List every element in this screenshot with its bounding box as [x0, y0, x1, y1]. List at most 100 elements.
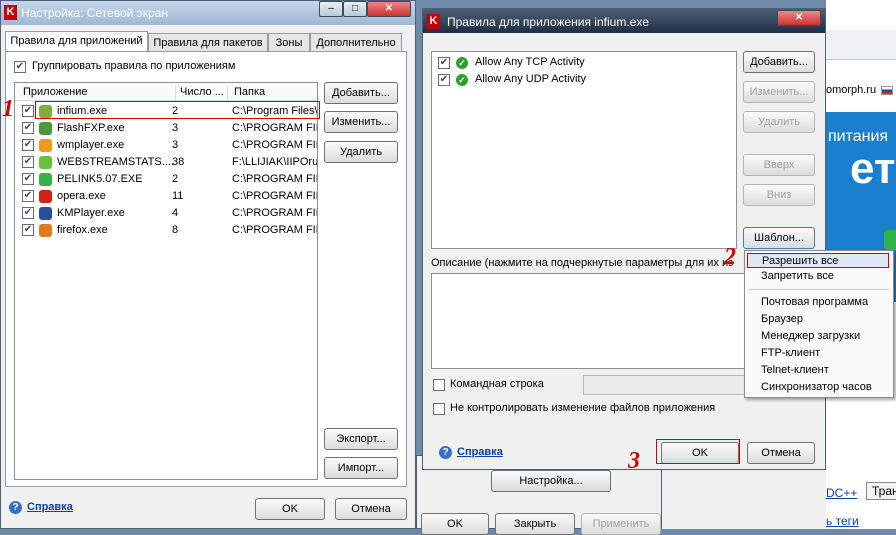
add-rule-button[interactable]: Добавить... [743, 51, 815, 73]
app-checkbox[interactable]: ✔ [22, 122, 34, 134]
menu-item-template[interactable]: Браузер [761, 313, 803, 325]
menu-item-template[interactable]: FTP-клиент [761, 347, 820, 359]
table-row[interactable]: ✔ PELINK5.07.EXE 2 C:\PROGRAM FILE [15, 171, 317, 188]
kaspersky-logo-icon: K [427, 14, 440, 29]
bg-ok-button[interactable]: OK [421, 513, 489, 535]
rule-count: 3 [172, 139, 179, 151]
app-rules-window: K Правила для приложения infium.exe ✕ ✔ … [422, 8, 826, 470]
app-checkbox[interactable]: ✔ [22, 173, 34, 185]
app-name: wmplayer.exe [57, 139, 125, 151]
app-name: KMPlayer.exe [57, 207, 125, 219]
table-row[interactable]: ✔ FlashFXP.exe 3 C:\PROGRAM FILE [15, 120, 317, 137]
template-menu: Разрешить все Запретить все Почтовая про… [744, 250, 894, 398]
browser-link-translit-button[interactable]: Транслит [866, 482, 896, 500]
app-checkbox[interactable]: ✔ [22, 105, 34, 117]
no-control-checkbox[interactable] [433, 403, 445, 415]
app-checkbox[interactable]: ✔ [22, 156, 34, 168]
menu-item-deny-all[interactable]: Запретить все [761, 270, 834, 282]
app-checkbox[interactable]: ✔ [22, 190, 34, 202]
help-link[interactable]: Справка [27, 501, 73, 513]
settings-button[interactable]: Настройка... [491, 470, 611, 492]
menu-item-template[interactable]: Менеджер загрузки [761, 330, 860, 342]
app-checkbox[interactable]: ✔ [22, 224, 34, 236]
template-button[interactable]: Шаблон... [743, 227, 815, 249]
rules-help-link[interactable]: Справка [457, 446, 503, 458]
group-rules-label: Группировать правила по приложениям [32, 60, 236, 72]
menu-item-template[interactable]: Почтовая программа [761, 296, 868, 308]
browser-link-dc[interactable]: DC++ [826, 486, 857, 500]
edit-app-button[interactable]: Изменить... [324, 111, 398, 133]
browser-address-text: omorph.ru [826, 84, 877, 96]
rules-close-button[interactable]: ✕ [777, 10, 821, 26]
app-checkbox[interactable]: ✔ [22, 139, 34, 151]
app-folder: C:\PROGRAM FILE [232, 173, 317, 185]
delete-app-button[interactable]: Удалить [324, 141, 398, 163]
app-checkbox[interactable]: ✔ [22, 207, 34, 219]
rule-item[interactable]: Allow Any UDP Activity [475, 73, 586, 85]
menu-item-template[interactable]: Синхронизатор часов [761, 381, 872, 393]
tab-packet-rules[interactable]: Правила для пакетов [148, 33, 268, 51]
cmdline-checkbox[interactable] [433, 379, 445, 391]
tab-zones[interactable]: Зоны [268, 33, 310, 51]
rule-item[interactable]: Allow Any TCP Activity [475, 56, 585, 68]
rules-cancel-button[interactable]: Отмена [747, 442, 815, 464]
group-rules-checkbox[interactable]: ✔ [14, 61, 26, 73]
firewall-settings-window: K Настройка: Сетевой экран – □ ✕ Правила… [0, 0, 416, 529]
wmplayer-icon [39, 139, 52, 152]
rule-count: 8 [172, 224, 179, 236]
move-down-button: Вниз [743, 184, 815, 206]
menu-separator [749, 289, 889, 290]
app-list-header: Приложение Число ... Папка [15, 83, 317, 101]
tab-app-rules[interactable]: Правила для приложений [5, 31, 148, 52]
col-count[interactable]: Число ... [175, 86, 224, 100]
minimize-button[interactable]: – [319, 1, 343, 17]
import-button[interactable]: Импорт... [324, 457, 398, 479]
help-icon[interactable]: ? [439, 446, 452, 459]
rule-checkbox[interactable]: ✔ [438, 74, 450, 86]
tab-advanced[interactable]: Дополнительно [310, 33, 402, 51]
col-folder[interactable]: Папка [227, 86, 265, 100]
close-button[interactable]: ✕ [367, 1, 411, 17]
edit-rule-button: Изменить... [743, 81, 815, 103]
cmdline-label: Командная строка [450, 378, 544, 390]
col-application[interactable]: Приложение [23, 86, 88, 98]
add-app-button[interactable]: Добавить... [324, 82, 398, 104]
annotation-3: 3 [628, 448, 640, 474]
app-name: opera.exe [57, 190, 106, 202]
firefox-icon [39, 224, 52, 237]
firewall-title-bar: K Настройка: Сетевой экран – □ ✕ [1, 1, 415, 25]
export-button[interactable]: Экспорт... [324, 428, 398, 450]
annotation-1: 1 [2, 96, 14, 122]
table-row[interactable]: ✔ wmplayer.exe 3 C:\PROGRAM FILE [15, 137, 317, 154]
maximize-button[interactable]: □ [343, 1, 367, 17]
rules-title: Правила для приложения infium.exe [447, 15, 650, 29]
rule-checkbox[interactable]: ✔ [438, 57, 450, 69]
rule-count: 38 [172, 156, 185, 168]
app-name: FlashFXP.exe [57, 122, 125, 134]
firewall-ok-button[interactable]: OK [255, 498, 325, 520]
delete-rule-button: Удалить [743, 111, 815, 133]
bg-close-button[interactable]: Закрыть [495, 513, 575, 535]
allow-check-icon: ✓ [456, 57, 468, 69]
ad-text-2: ет [850, 144, 896, 193]
table-row[interactable]: ✔ opera.exe 11 C:\PROGRAM FILE [15, 188, 317, 205]
firewall-title: Настройка: Сетевой экран [21, 6, 169, 20]
opera-icon [39, 190, 52, 203]
menu-item-template[interactable]: Telnet-клиент [761, 364, 829, 376]
app-folder: C:\PROGRAM FILE [232, 224, 317, 236]
help-icon[interactable]: ? [9, 501, 22, 514]
tab-page: ✔ Группировать правила по приложениям Пр… [5, 51, 407, 487]
highlight-infium-row [35, 101, 320, 119]
flashfxp-icon [39, 122, 52, 135]
menu-item-allow-all[interactable]: Разрешить все [747, 253, 889, 268]
app-rows: ✔ infium.exe 2 C:\Program Files\I ✔ FlashFXP.… [15, 103, 317, 273]
no-control-label: Не контролировать изменение файлов прило… [450, 402, 716, 414]
app-folder: C:\PROGRAM FILE [232, 139, 317, 151]
app-name: firefox.exe [57, 224, 108, 236]
table-row[interactable]: ✔ KMPlayer.exe 4 C:\PROGRAM FILE [15, 205, 317, 222]
table-row[interactable]: ✔ WEBSTREAMSTATS.... 38 F:\LLIJIAK\IIPOru\ [15, 154, 317, 171]
table-row[interactable]: ✔ firefox.exe 8 C:\PROGRAM FILE [15, 222, 317, 239]
firewall-cancel-button[interactable]: Отмена [335, 498, 407, 520]
app-folder: F:\LLIJIAK\IIPOru\ [232, 156, 317, 168]
browser-link-tegi[interactable]: ь теги [826, 514, 859, 528]
